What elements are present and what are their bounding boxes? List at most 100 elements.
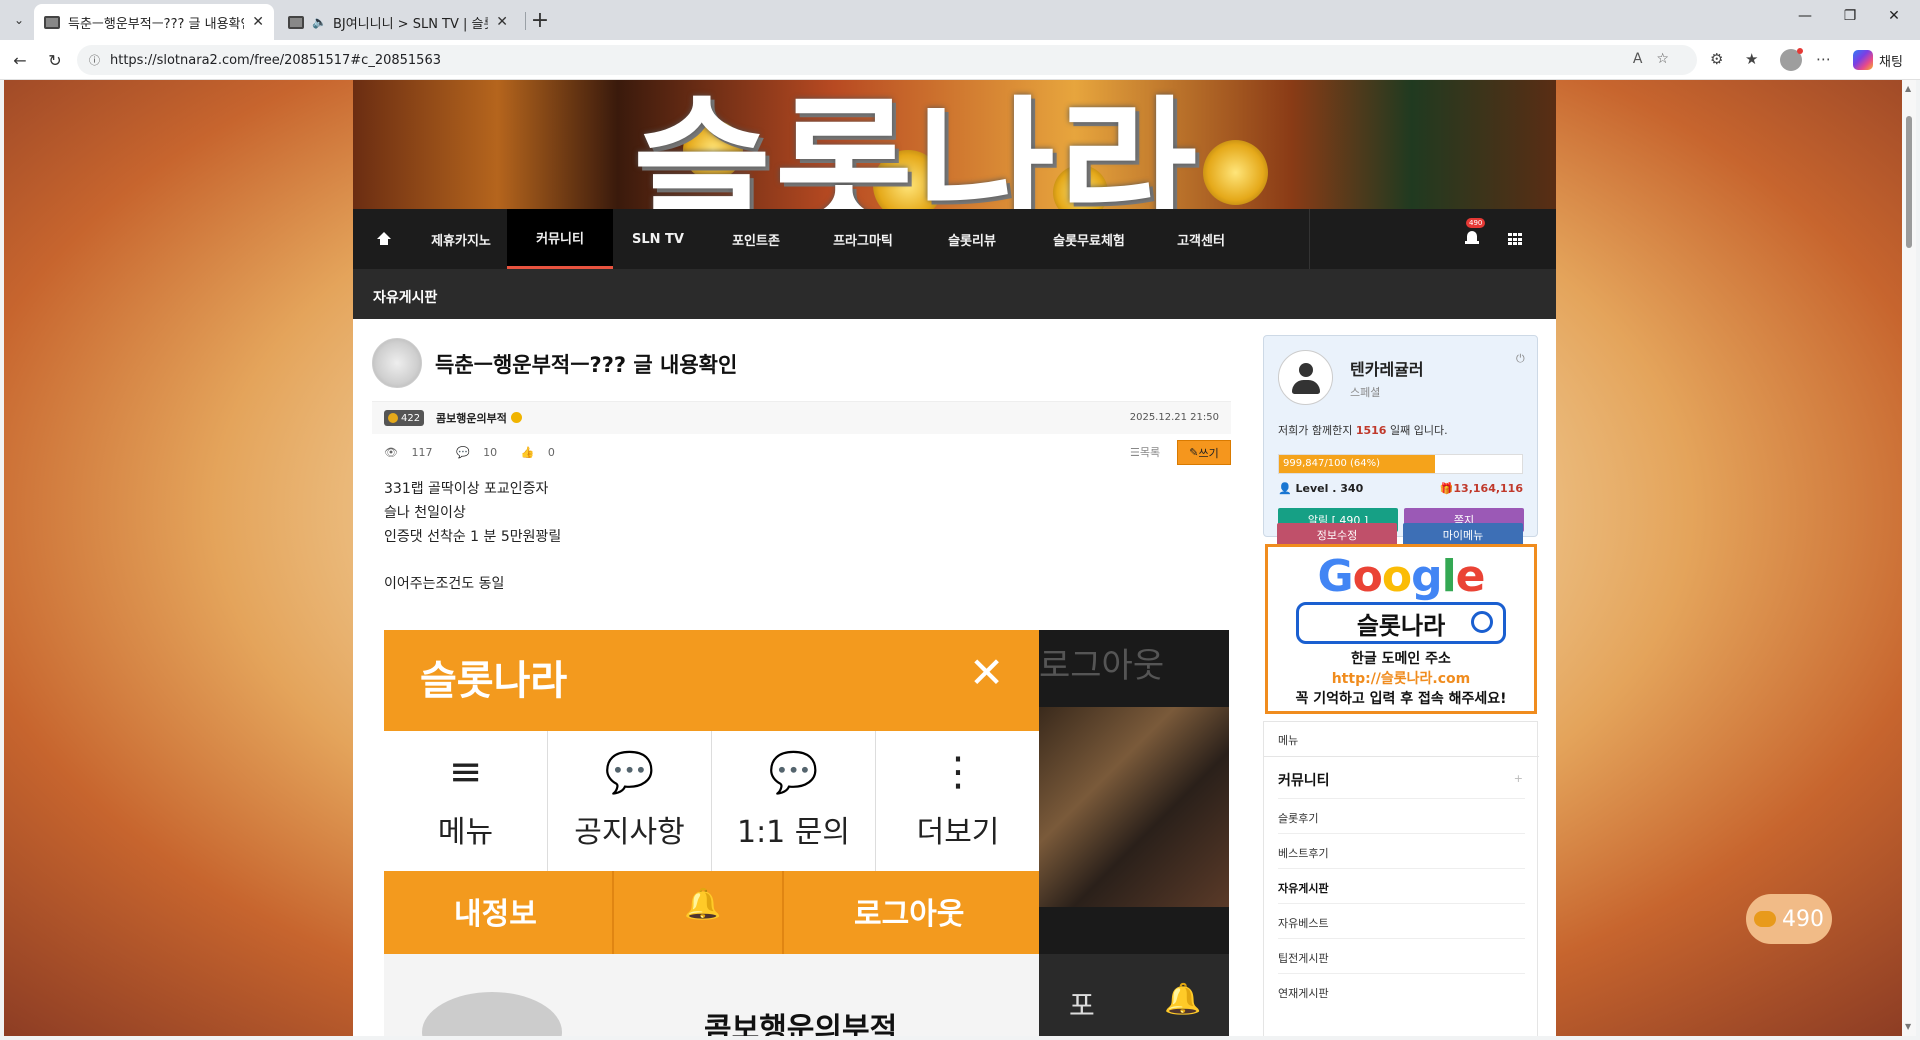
site-favicon-icon: [288, 15, 304, 29]
close-icon: ✕: [969, 648, 1005, 697]
favorites-icon[interactable]: ★: [1745, 50, 1758, 68]
ad-line: 꼭 기억하고 입력 후 접속 해주세요!: [1295, 691, 1507, 707]
embedded-avatar: [422, 992, 562, 1036]
ad-line: 한글 도메인 주소: [1351, 651, 1451, 667]
power-icon[interactable]: ⏻: [1516, 352, 1525, 366]
profile-name: 텐카레귤러: [1350, 360, 1424, 379]
profile-grade: 스페셜: [1350, 386, 1381, 399]
tab-post[interactable]: 득춘ㅡ행운부적ㅡ??? 글 내용확인 ✕: [34, 4, 274, 40]
sidebar-menu: 메뉴 커뮤니티 + 슬롯후기 베스트후기 자유게시판 자유베스트 팁전게시판 연…: [1263, 721, 1539, 1036]
views-stat: 👁 117: [384, 446, 433, 459]
scrollbar-thumb[interactable]: [1906, 116, 1912, 248]
likes-stat: 👍 0: [520, 446, 555, 459]
sidebar-item-serial-board[interactable]: 연재게시판: [1278, 973, 1525, 1008]
new-tab-button[interactable]: +: [526, 6, 554, 34]
author-level-badge: 422: [384, 410, 425, 426]
thumbs-up-icon: 👍: [520, 446, 535, 459]
reload-button[interactable]: ↻: [43, 48, 67, 72]
site-info-icon[interactable]: ⓘ: [89, 52, 100, 68]
post-date: 2025.12.21 21:50: [1129, 412, 1219, 423]
site-favicon-icon: [44, 15, 60, 29]
page-scrollbar[interactable]: ▲ ▼: [1902, 80, 1916, 1036]
close-icon[interactable]: ✕: [496, 14, 508, 30]
url-text: https://slotnara2.com/free/20851517#c_20…: [110, 52, 441, 68]
embedded-app-screenshot: 슬롯나라 ✕ ≡ 메뉴 💬 공지사항 💬 1:1 문의 ⋮ 더보기 내정보 🔔 …: [384, 630, 1039, 1036]
restore-button[interactable]: ❐: [1830, 8, 1870, 24]
sidebar-menu-header: 메뉴: [1278, 734, 1299, 747]
nav-partner-casino[interactable]: 제휴카지노: [415, 209, 507, 269]
sidebar-item-slot-review[interactable]: 슬롯후기: [1278, 798, 1525, 833]
speaker-icon[interactable]: 🔈: [312, 15, 327, 29]
nav-point-zone[interactable]: 포인트존: [703, 209, 809, 269]
embedded-logout: 로그아웃: [854, 897, 965, 932]
sidebar-item-free-best[interactable]: 자유베스트: [1278, 903, 1525, 938]
read-aloud-favorite-icons[interactable]: A☆: [1633, 51, 1683, 67]
grid-menu-icon[interactable]: [1508, 233, 1522, 245]
copilot-icon: [1853, 50, 1873, 70]
user-avatar-icon[interactable]: [1278, 350, 1333, 405]
tab-actions-menu[interactable]: ⌄: [6, 8, 32, 32]
window-close-button[interactable]: ✕: [1874, 8, 1914, 24]
url-field[interactable]: ⓘ https://slotnara2.com/free/20851517#c_…: [77, 45, 1697, 75]
chat-icon: 💬: [768, 750, 819, 796]
more-options-icon[interactable]: ⋯: [1816, 50, 1831, 68]
post-author-avatar[interactable]: [372, 338, 422, 388]
comments-stat: 💬 10: [455, 446, 498, 459]
nav-slot-review[interactable]: 슬롯리뷰: [917, 209, 1027, 269]
profile-avatar[interactable]: [1780, 48, 1803, 71]
level-coin-icon: [388, 413, 398, 423]
scroll-up-icon[interactable]: ▲: [1905, 84, 1911, 93]
nav-sln-tv[interactable]: SLN TV: [613, 209, 703, 269]
embedded-menu-label: 1:1 문의: [736, 815, 851, 850]
expand-icon[interactable]: +: [1514, 772, 1523, 785]
google-logo: Google: [1317, 551, 1485, 602]
domain-ad-banner[interactable]: Google 슬롯나라 한글 도메인 주소 http://슬롯나라.com 꼭 …: [1265, 544, 1537, 714]
sidebar-item-free-board[interactable]: 자유게시판: [1278, 868, 1525, 903]
site-container: 슬롯나라 제휴카지노 커뮤니티 SLN TV 포인트존 프라그마틱 슬롯리뷰 슬…: [353, 80, 1556, 1036]
embedded-menu-label: 더보기: [916, 815, 1000, 850]
sidebar-item-best-review[interactable]: 베스트후기: [1278, 833, 1525, 868]
sidebar-item-tip-board[interactable]: 팁전게시판: [1278, 938, 1525, 973]
nav-customer-center[interactable]: 고객센터: [1151, 209, 1251, 269]
tab-title: BJ여니니니 > SLN TV | 슬롯나: [332, 16, 488, 32]
post-meta-bar: 422 콤보행운의부적 2025.12.21 21:50: [372, 401, 1231, 434]
nav-pragmatic[interactable]: 프라그마틱: [809, 209, 917, 269]
scroll-down-icon[interactable]: ▼: [1905, 1022, 1911, 1031]
bell-icon: 🔔: [1164, 982, 1202, 1017]
nav-community[interactable]: 커뮤니티: [507, 209, 613, 269]
back-button[interactable]: ←: [8, 48, 32, 72]
pencil-icon: ✎: [1189, 446, 1199, 459]
ad-search-box: 슬롯나라: [1296, 602, 1506, 644]
extensions-icon[interactable]: ⚙: [1710, 50, 1723, 68]
verified-icon: [510, 412, 522, 423]
embedded-menu-label: 메뉴: [437, 815, 494, 850]
write-button[interactable]: ✎ 쓰기: [1177, 440, 1231, 465]
nav-divider: [1309, 209, 1310, 269]
sidebar-category[interactable]: 커뮤니티: [1278, 770, 1330, 790]
nav-home[interactable]: [353, 209, 415, 269]
profile-days: 저희가 함께한지 1516 일째 입니다.: [1278, 424, 1448, 437]
embedded-menu-cell: 💬 1:1 문의: [712, 731, 876, 871]
xp-text: 999,847/100 (64%): [1283, 458, 1381, 469]
minimize-button[interactable]: —: [1785, 8, 1825, 24]
author-level: 422: [401, 412, 421, 424]
tab-sln-tv[interactable]: 🔈 BJ여니니니 > SLN TV | 슬롯나 ✕: [278, 4, 518, 40]
nav-free-slot[interactable]: 슬롯무료체험: [1027, 209, 1151, 269]
embedded-bar-divider: [612, 871, 614, 954]
embedded-side-bar: 포 🔔: [1039, 954, 1229, 1036]
gift-icon: 🎁: [1439, 482, 1454, 495]
bell-icon[interactable]: [1465, 231, 1479, 246]
main-navigation: 제휴카지노 커뮤니티 SLN TV 포인트존 프라그마틱 슬롯리뷰 슬롯무료체험…: [353, 209, 1556, 269]
address-bar: ← ↻ ⓘ https://slotnara2.com/free/2085151…: [0, 40, 1920, 80]
embedded-header: 슬롯나라 ✕: [384, 630, 1039, 731]
post-content-line: 이어주는조건도 동일: [384, 576, 505, 592]
post-title: 득춘ㅡ행운부적ㅡ??? 글 내용확인: [435, 353, 738, 377]
site-banner[interactable]: 슬롯나라: [353, 80, 1556, 209]
copilot-button[interactable]: 채팅: [1853, 48, 1903, 72]
close-icon[interactable]: ✕: [252, 14, 264, 30]
list-button[interactable]: ☰목록: [1130, 444, 1160, 460]
embedded-menu-cell: 💬 공지사항: [548, 731, 712, 871]
post-area: 득춘ㅡ행운부적ㅡ??? 글 내용확인 422 콤보행운의부적 2025.12.2…: [353, 319, 1556, 1036]
chat-float-button[interactable]: 490: [1746, 894, 1832, 944]
author-name[interactable]: 콤보행운의부적: [436, 410, 522, 426]
